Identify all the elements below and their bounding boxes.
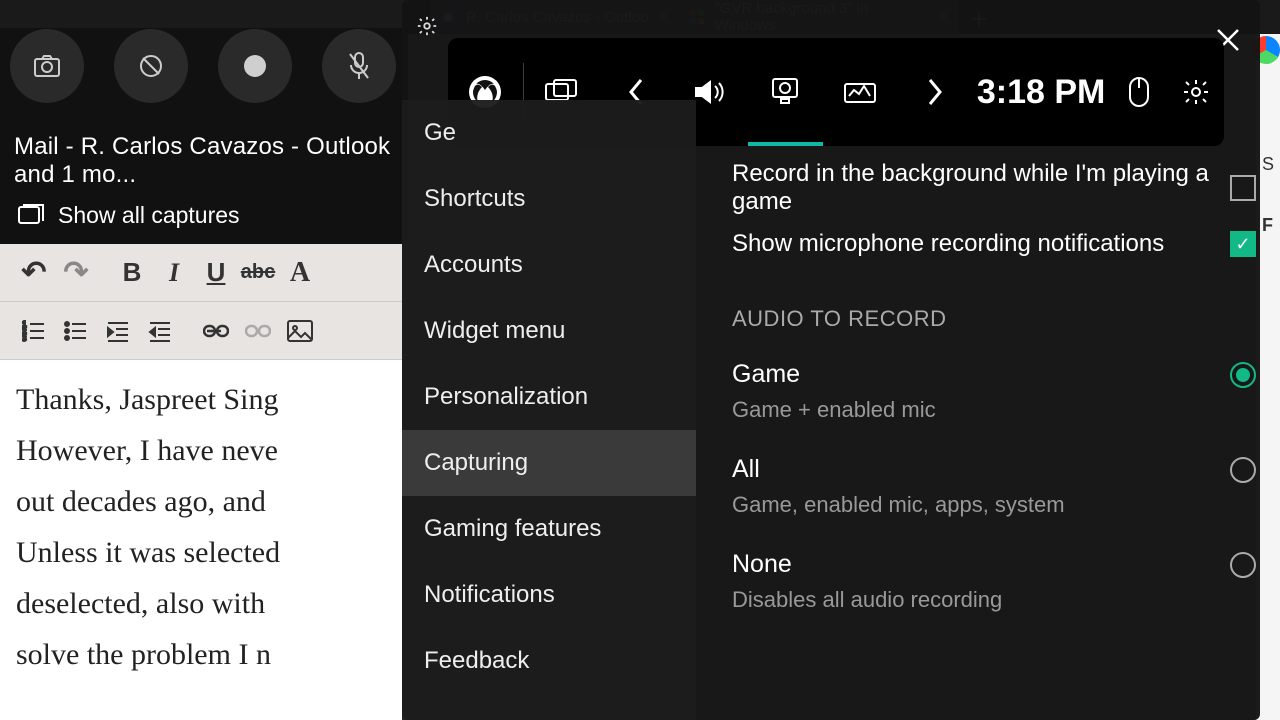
image-button[interactable] bbox=[282, 311, 318, 351]
bullet-list-button[interactable] bbox=[58, 311, 94, 351]
mouse-button[interactable] bbox=[1110, 38, 1167, 146]
capture-widget bbox=[0, 28, 408, 104]
email-line: out decades ago, and bbox=[16, 476, 408, 527]
bold-button[interactable]: B bbox=[114, 253, 150, 293]
checkbox-checked-icon: ✓ bbox=[1230, 231, 1256, 257]
link-button[interactable] bbox=[198, 311, 234, 351]
sidebar-item-feedback[interactable]: Feedback bbox=[402, 628, 696, 694]
checkbox-mic-notifications[interactable]: Show microphone recording notifications … bbox=[732, 216, 1256, 272]
gamebar-settings-panel: 3:18 PM Ge Shortcuts Accounts Widget men… bbox=[402, 0, 1260, 720]
nav-next-button[interactable] bbox=[897, 38, 972, 146]
email-line: However, I have neve bbox=[16, 425, 408, 476]
undo-button[interactable]: ↶ bbox=[16, 253, 52, 293]
sidebar-item-capturing[interactable]: Capturing bbox=[402, 430, 696, 496]
sidebar-item-gaming-features[interactable]: Gaming features bbox=[402, 496, 696, 562]
screenshot-button[interactable] bbox=[10, 29, 84, 103]
redo-button[interactable]: ↷ bbox=[58, 253, 94, 293]
font-color-button[interactable]: A bbox=[282, 253, 318, 293]
mail-toolbar-row2: 123 bbox=[0, 302, 408, 360]
email-body[interactable]: Thanks, Jaspreet Sing However, I have ne… bbox=[0, 360, 408, 720]
sidebar-item-notifications[interactable]: Notifications bbox=[402, 562, 696, 628]
numbered-list-button[interactable]: 123 bbox=[16, 311, 52, 351]
email-line: deselected, also with bbox=[16, 578, 408, 629]
mail-compose-area: ↶ ↷ B I U abc A 123 Thanks, Jasp bbox=[0, 244, 408, 720]
radio-title: Game bbox=[732, 360, 1230, 389]
radio-selected-icon bbox=[1230, 362, 1256, 388]
italic-button[interactable]: I bbox=[156, 253, 192, 293]
radio-sub: Disables all audio recording bbox=[732, 587, 1256, 613]
settings-content: Record in the background while I'm playi… bbox=[696, 160, 1256, 720]
performance-button[interactable] bbox=[823, 38, 898, 146]
radio-title: None bbox=[732, 550, 1230, 579]
sidebar-item-widget-menu[interactable]: Widget menu bbox=[402, 298, 696, 364]
radio-sub: Game + enabled mic bbox=[732, 397, 1256, 423]
capture-icon bbox=[769, 75, 801, 105]
gallery-icon bbox=[18, 204, 44, 226]
capture-window-title: Mail - R. Carlos Cavazos - Outlook and 1… bbox=[12, 140, 408, 182]
sidebar-item-accounts[interactable]: Accounts bbox=[402, 232, 696, 298]
checkbox-record-background[interactable]: Record in the background while I'm playi… bbox=[732, 160, 1256, 216]
indent-button[interactable] bbox=[100, 311, 136, 351]
outdent-button[interactable] bbox=[142, 311, 178, 351]
email-line: Thanks, Jaspreet Sing bbox=[16, 374, 408, 425]
email-line: Unless it was selected bbox=[16, 527, 408, 578]
radio-icon bbox=[1230, 552, 1256, 578]
show-all-captures-button[interactable]: Show all captures bbox=[0, 186, 408, 244]
email-line: solve the problem I n bbox=[16, 629, 408, 680]
mic-toggle-button[interactable] bbox=[322, 29, 396, 103]
checkbox-label: Record in the background while I'm playi… bbox=[732, 160, 1230, 216]
checkbox-icon bbox=[1230, 175, 1256, 201]
chevron-right-icon bbox=[926, 77, 944, 107]
radio-icon bbox=[1230, 457, 1256, 483]
underline-button[interactable]: U bbox=[198, 253, 234, 293]
record-last-button[interactable] bbox=[114, 29, 188, 103]
show-all-captures-label: Show all captures bbox=[58, 202, 240, 229]
mail-toolbar-row1: ↶ ↷ B I U abc A bbox=[0, 244, 408, 302]
gear-icon bbox=[416, 15, 438, 37]
radio-audio-all[interactable]: All Game, enabled mic, apps, system bbox=[732, 441, 1256, 536]
settings-button[interactable] bbox=[1167, 38, 1224, 146]
section-title-audio: AUDIO TO RECORD bbox=[732, 306, 1256, 332]
svg-text:3: 3 bbox=[22, 334, 27, 342]
settings-sidebar: Ge Shortcuts Accounts Widget menu Person… bbox=[402, 100, 696, 720]
strike-button[interactable]: abc bbox=[240, 253, 276, 293]
clock-label: 3:18 PM bbox=[972, 38, 1110, 146]
capture-button[interactable] bbox=[748, 38, 823, 146]
sidebar-item-personalization[interactable]: Personalization bbox=[402, 364, 696, 430]
record-button[interactable] bbox=[218, 29, 292, 103]
speaker-icon bbox=[693, 77, 727, 107]
radio-audio-none[interactable]: None Disables all audio recording bbox=[732, 536, 1256, 631]
checkbox-label: Show microphone recording notifications bbox=[732, 230, 1230, 258]
sidebar-item-shortcuts[interactable]: Shortcuts bbox=[402, 166, 696, 232]
radio-sub: Game, enabled mic, apps, system bbox=[732, 492, 1256, 518]
radio-title: All bbox=[732, 455, 1230, 484]
sidebar-item-general[interactable]: Ge bbox=[402, 100, 696, 166]
mouse-icon bbox=[1128, 76, 1150, 108]
performance-icon bbox=[843, 78, 877, 106]
unlink-button[interactable] bbox=[240, 311, 276, 351]
gear-icon bbox=[1181, 77, 1211, 107]
radio-audio-game[interactable]: Game Game + enabled mic bbox=[732, 346, 1256, 441]
record-dot-icon bbox=[244, 55, 266, 77]
